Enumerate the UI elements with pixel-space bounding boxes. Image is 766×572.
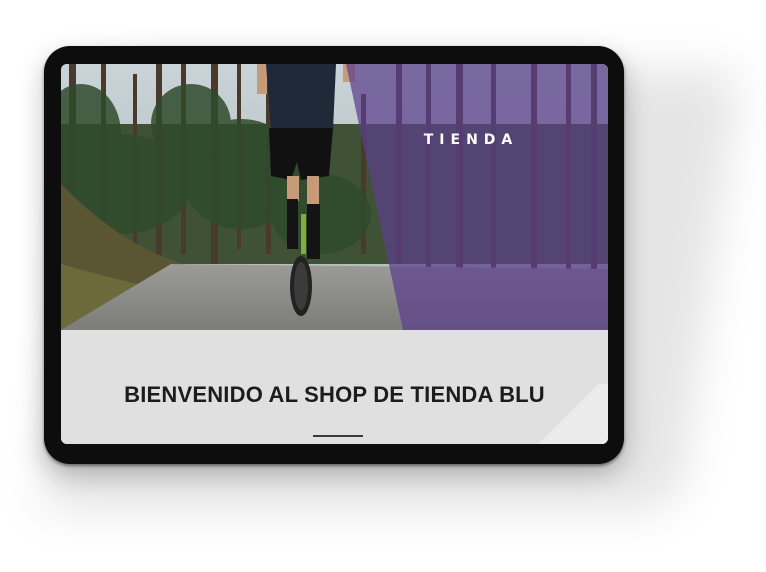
tablet-screen: TIENDA BIENVENIDO AL SHOP DE TIENDA BLU bbox=[61, 64, 608, 444]
screen-glare bbox=[528, 384, 608, 444]
hero-image-runner bbox=[61, 64, 608, 330]
hero-banner: TIENDA bbox=[61, 64, 608, 330]
welcome-section: BIENVENIDO AL SHOP DE TIENDA BLU bbox=[61, 330, 608, 444]
tablet-device-frame: TIENDA BIENVENIDO AL SHOP DE TIENDA BLU bbox=[44, 46, 624, 464]
welcome-headline: BIENVENIDO AL SHOP DE TIENDA BLU bbox=[124, 382, 545, 407]
hero-title: TIENDA bbox=[423, 132, 519, 148]
headline-divider bbox=[313, 435, 363, 437]
mockup-stage: TIENDA BIENVENIDO AL SHOP DE TIENDA BLU bbox=[0, 0, 766, 572]
